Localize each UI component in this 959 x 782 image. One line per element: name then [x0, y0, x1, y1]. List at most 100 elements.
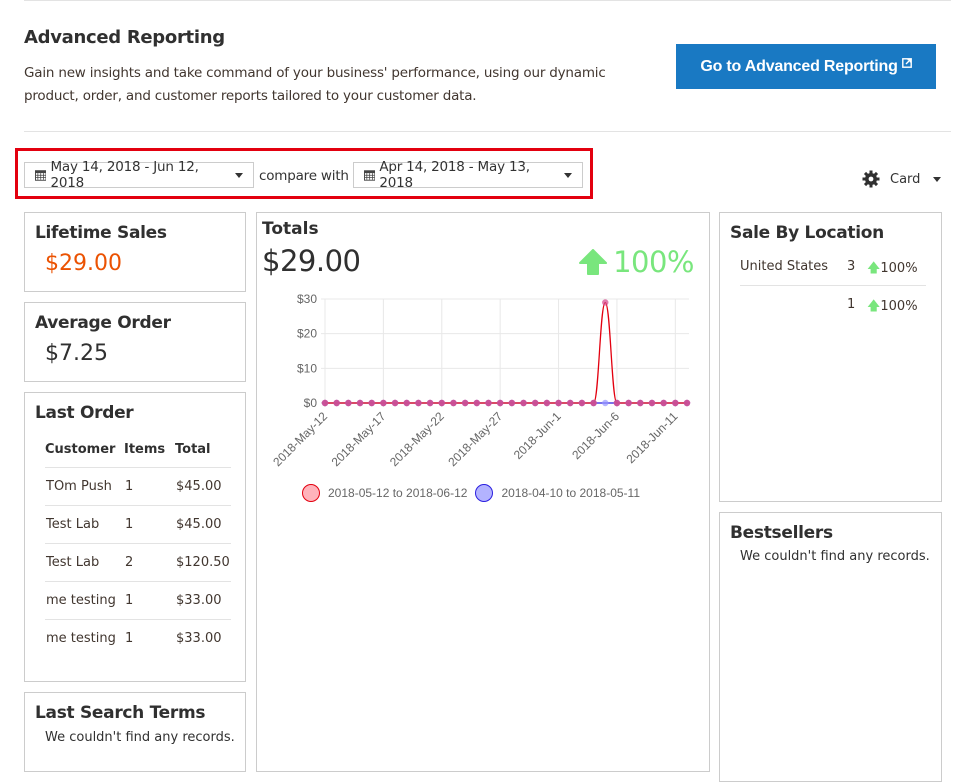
data-point-overlap: [683, 399, 691, 407]
compare-range-value: Apr 14, 2018 - May 13, 2018: [379, 159, 530, 191]
items-cell: 1: [125, 630, 134, 646]
total-cell: $33.00: [176, 630, 222, 646]
chevron-down-icon: [235, 172, 243, 178]
data-point-overlap: [426, 399, 434, 407]
bestsellers-card: Bestsellers We couldn't find any records…: [719, 512, 942, 782]
totals-chart: $0$10$20$302018-May-122018-May-172018-Ma…: [270, 292, 691, 469]
data-point-overlap: [578, 399, 586, 407]
x-tick-label: 2018-Jun-11: [624, 409, 681, 466]
last-order-table: Customer Items Total TOm Push 1 $45.00 Tes…: [45, 433, 231, 657]
card-title: Bestsellers: [730, 523, 833, 543]
x-tick-label: 2018-May-12: [270, 409, 330, 469]
items-cell: 2: [124, 543, 175, 582]
customer-cell: TOm Push: [45, 467, 124, 506]
data-point-overlap: [473, 399, 481, 407]
customer-cell: me testing: [45, 581, 124, 620]
x-tick-label: 2018-May-17: [329, 409, 389, 469]
go-button-label: Go to Advanced Reporting: [700, 57, 898, 75]
data-point-overlap: [660, 399, 667, 407]
external-link-icon: [901, 57, 912, 68]
legend-label-current: 2018-05-12 to 2018-06-12: [328, 486, 468, 500]
card-title: Last Search Terms: [35, 703, 206, 723]
series-line: [325, 301, 687, 404]
items-cell: 1: [124, 467, 175, 506]
data-point-overlap: [567, 399, 574, 407]
lifetime-sales-card: Lifetime Sales $29.00: [24, 212, 246, 292]
totals-change: 100%: [579, 245, 694, 279]
data-point-overlap: [531, 399, 539, 407]
column-header: Total: [175, 433, 231, 468]
chevron-down-icon: [933, 176, 942, 182]
card-title: Average Order: [35, 313, 171, 333]
totals-card: Totals $29.00 100% $0 $10 $20 $30 2018-May-1…: [256, 212, 710, 772]
data-point: [602, 399, 609, 407]
calendar-icon: [35, 170, 47, 181]
page-title: Advanced Reporting: [24, 27, 225, 48]
sale-by-location-card: Sale By Location United States 3 🡅100% 1…: [719, 212, 942, 502]
table-row[interactable]: Test Lab 2 $120.50: [45, 543, 231, 582]
data-point-overlap: [672, 399, 679, 407]
customer-cell: Test Lab: [45, 505, 124, 544]
data-point: [602, 299, 609, 306]
x-tick-label: 2018-May-22: [387, 409, 447, 469]
data-point-overlap: [508, 399, 516, 407]
last-search-terms-card: Last Search Terms We couldn't find any r…: [24, 692, 246, 772]
column-header: Items: [124, 433, 175, 468]
table-row[interactable]: me testing 1 $33.00: [45, 581, 231, 620]
legend-swatch-previous: [475, 484, 494, 502]
data-point-overlap: [415, 399, 422, 407]
page-description: Gain new insights and take command of yo…: [24, 65, 606, 104]
items-cell: 1: [124, 581, 175, 620]
data-point-overlap: [613, 399, 621, 407]
card-title: Lifetime Sales: [35, 223, 167, 243]
location-change-value: 100%: [880, 261, 918, 276]
chart-legend: 2018-05-12 to 2018-06-12 2018-04-10 to 2…: [302, 484, 640, 502]
table-row[interactable]: me testing 1 $33.00: [45, 619, 231, 657]
compare-with-label: compare with: [259, 168, 349, 184]
y-tick-label: $30: [297, 292, 317, 306]
items-cell: 1: [124, 505, 175, 544]
card-title: Sale By Location: [730, 223, 884, 243]
x-tick-label: 2018-Jun-6: [569, 409, 622, 462]
data-point-overlap: [637, 399, 644, 407]
totals-change-value: 100%: [613, 245, 694, 279]
arrow-up-icon: [579, 249, 608, 275]
last-order-card: Last Order Customer Items Total TOm Push…: [24, 392, 246, 682]
section-divider: [24, 131, 951, 132]
x-tick-label: 2018-Jun-1: [511, 409, 564, 462]
data-point-overlap: [625, 399, 632, 407]
view-mode-selector[interactable]: Card: [862, 170, 942, 188]
data-point-overlap: [438, 399, 445, 407]
total-cell: $120.50: [175, 543, 231, 582]
go-to-advanced-reporting-button[interactable]: Go to Advanced Reporting: [676, 44, 936, 89]
data-point-overlap: [496, 399, 504, 407]
compare-range-picker[interactable]: Apr 14, 2018 - May 13, 2018: [353, 159, 583, 191]
empty-message: We couldn't find any records.: [740, 549, 930, 564]
location-row: United States 3 🡅100%: [740, 248, 926, 286]
data-point-overlap: [461, 399, 469, 407]
location-change: 🡅100%: [867, 297, 918, 319]
data-point-overlap: [648, 399, 656, 407]
location-row: 1 🡅100%: [740, 286, 926, 324]
total-cell: $45.00: [175, 505, 231, 544]
card-title: Last Order: [35, 403, 134, 423]
data-point-overlap: [590, 399, 597, 407]
y-tick-label: $20: [297, 327, 317, 341]
table-row[interactable]: TOm Push 1 $45.00: [45, 467, 231, 506]
gear-icon: [862, 170, 880, 188]
location-count: 3: [847, 259, 856, 274]
customer-cell: me testing: [46, 630, 116, 646]
date-range-picker[interactable]: May 14, 2018 - Jun 12, 2018: [24, 159, 254, 191]
arrow-up-icon: 🡅: [867, 261, 881, 276]
data-point-overlap: [403, 399, 410, 407]
legend-swatch-current: [302, 484, 320, 502]
location-count: 1: [847, 297, 856, 312]
lifetime-sales-value: $29.00: [45, 251, 122, 276]
view-mode-value: Card: [890, 171, 921, 187]
legend-label-previous: 2018-04-10 to 2018-05-11: [501, 486, 641, 500]
location-change-value: 100%: [880, 299, 918, 314]
calendar-icon: [364, 170, 376, 181]
total-cell: $45.00: [175, 467, 231, 506]
table-row[interactable]: Test Lab 1 $45.00: [45, 505, 231, 544]
data-point-overlap: [450, 399, 457, 407]
